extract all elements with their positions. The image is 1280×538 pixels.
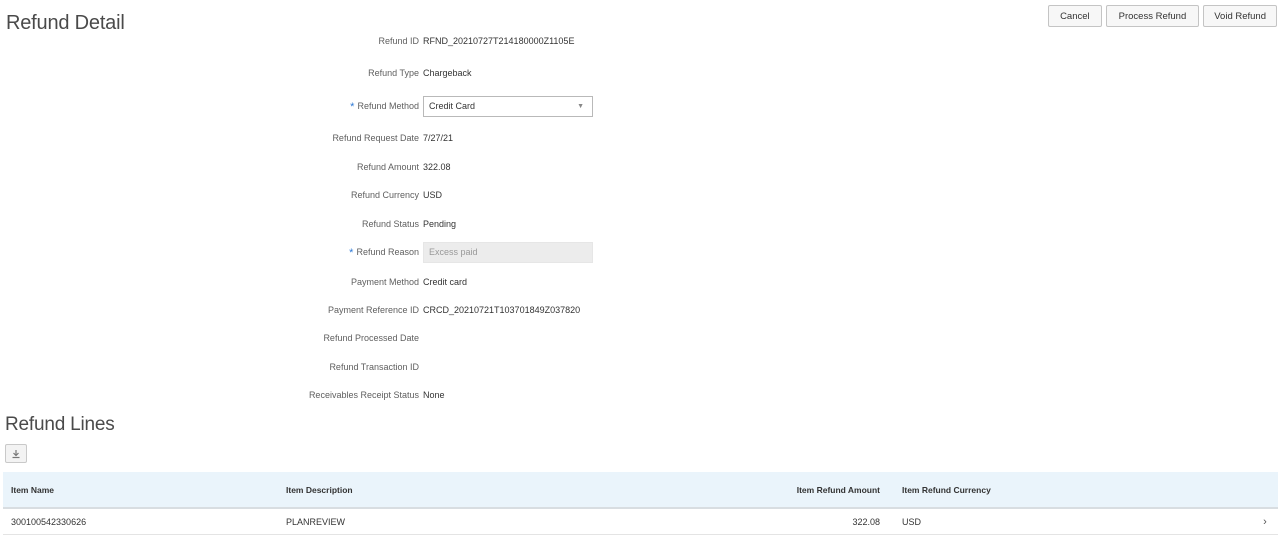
refund-reason-label: Refund Reason: [356, 247, 419, 257]
dropdown-caret-icon: ▼: [577, 102, 584, 110]
cancel-button[interactable]: Cancel: [1048, 5, 1102, 27]
refund-amount-label: Refund Amount: [356, 162, 419, 172]
column-header-item-refund-currency[interactable]: Item Refund Currency: [882, 485, 1252, 495]
refund-type-label: Refund Type: [368, 68, 419, 78]
field-refund-id: Refund ID RFND_20210727T214180000Z1105E: [0, 31, 700, 51]
refund-currency-value: USD: [423, 190, 443, 200]
refund-reason-field: Excess paid: [423, 241, 593, 263]
receivables-receipt-status-value: None: [423, 390, 445, 400]
toolbar: Cancel Process Refund Void Refund: [1048, 5, 1277, 27]
table-row[interactable]: 300100542330626 PLANREVIEW 322.08 USD ›: [3, 509, 1278, 535]
item-name-cell: 300100542330626: [11, 516, 87, 527]
export-button[interactable]: [5, 444, 27, 463]
chevron-right-icon[interactable]: ›: [1252, 516, 1278, 528]
payment-method-value: Credit card: [423, 277, 468, 287]
field-payment-method: Payment Method Credit card: [0, 272, 700, 292]
payment-method-label: Payment Method: [350, 277, 419, 287]
column-header-item-name[interactable]: Item Name: [3, 485, 282, 495]
item-description-cell: PLANREVIEW: [286, 516, 346, 527]
field-payment-reference-id: Payment Reference ID CRCD_20210721T10370…: [0, 300, 700, 320]
refund-method-value: Credit Card: [429, 101, 476, 111]
download-icon: [12, 449, 20, 458]
column-header-item-refund-amount[interactable]: Item Refund Amount: [782, 485, 882, 495]
field-receivables-receipt-status: Receivables Receipt Status None: [0, 385, 700, 405]
refund-type-value: Chargeback: [423, 68, 472, 78]
table-header: Item Name Item Description Item Refund A…: [3, 472, 1278, 509]
field-refund-transaction-id: Refund Transaction ID: [0, 357, 700, 377]
required-marker: *: [349, 247, 354, 259]
payment-reference-id-value: CRCD_20210721T103701849Z037820: [423, 305, 581, 315]
field-refund-status: Refund Status Pending: [0, 214, 700, 234]
refund-transaction-id-label: Refund Transaction ID: [329, 362, 419, 372]
refund-status-value: Pending: [423, 219, 457, 229]
payment-reference-id-label: Payment Reference ID: [327, 305, 419, 315]
field-refund-type: Refund Type Chargeback: [0, 63, 700, 83]
refund-lines-title: Refund Lines: [5, 414, 115, 435]
refund-request-date-label: Refund Request Date: [332, 133, 419, 143]
column-header-item-description[interactable]: Item Description: [282, 485, 782, 495]
receivables-receipt-status-label: Receivables Receipt Status: [308, 390, 419, 400]
field-refund-request-date: Refund Request Date 7/27/21: [0, 128, 700, 148]
field-refund-currency: Refund Currency USD: [0, 185, 700, 205]
item-refund-currency-cell: USD: [902, 516, 922, 527]
refund-id-label: Refund ID: [378, 36, 419, 46]
field-refund-processed-date: Refund Processed Date: [0, 328, 700, 348]
refund-currency-label: Refund Currency: [350, 190, 419, 200]
void-refund-button[interactable]: Void Refund: [1203, 5, 1277, 27]
refund-processed-date-label: Refund Processed Date: [323, 333, 419, 343]
field-refund-amount: Refund Amount 322.08: [0, 157, 700, 177]
refund-method-select[interactable]: Credit Card ▼: [423, 95, 593, 117]
required-marker: *: [350, 101, 355, 113]
refund-request-date-value: 7/27/21: [423, 133, 454, 143]
refund-method-label: Refund Method: [357, 101, 419, 111]
field-refund-method: * Refund Method Credit Card ▼: [0, 95, 700, 117]
process-refund-button[interactable]: Process Refund: [1105, 5, 1200, 27]
refund-id-value: RFND_20210727T214180000Z1105E: [423, 36, 575, 46]
refund-amount-value: 322.08: [423, 162, 451, 172]
refund-lines-table: Item Name Item Description Item Refund A…: [3, 472, 1278, 535]
item-refund-amount-cell: 322.08: [852, 516, 880, 527]
refund-status-label: Refund Status: [361, 219, 419, 229]
field-refund-reason: * Refund Reason Excess paid: [0, 241, 700, 263]
refund-reason-value: Excess paid: [429, 247, 478, 257]
